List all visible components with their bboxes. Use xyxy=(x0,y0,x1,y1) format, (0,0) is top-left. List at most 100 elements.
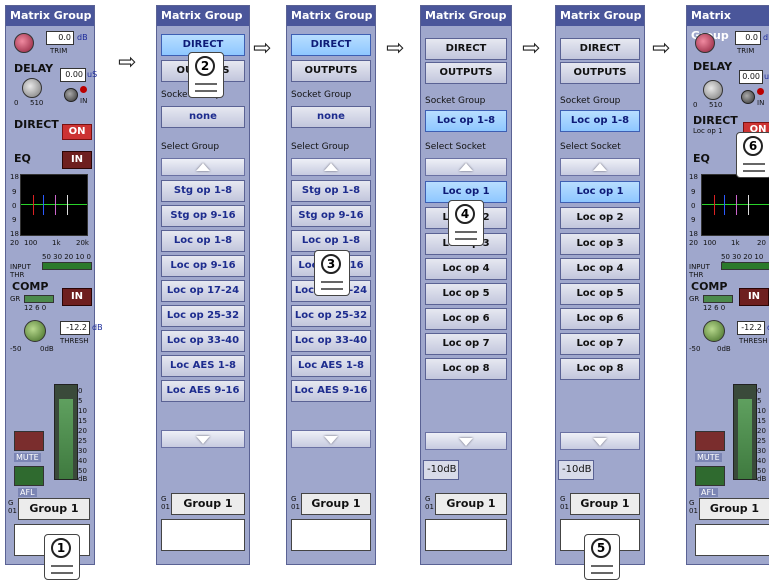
name-box[interactable] xyxy=(425,519,507,551)
select-item[interactable]: Loc AES 1-8 xyxy=(291,355,371,377)
eq-graph[interactable] xyxy=(701,174,769,236)
select-item[interactable]: Stg op 1-8 xyxy=(161,180,245,202)
mute-button[interactable] xyxy=(695,431,725,451)
direct-on-button[interactable]: ON xyxy=(62,124,92,140)
trim-knob[interactable] xyxy=(695,33,715,53)
socket-group-value[interactable]: Loc op 1-8 xyxy=(560,110,640,132)
scroll-up-button[interactable] xyxy=(161,158,245,176)
callout-5: 5 xyxy=(584,534,620,580)
comp-label: COMP xyxy=(691,280,728,293)
select-item[interactable]: Loc op 3 xyxy=(560,233,640,255)
select-item[interactable]: Loc op 7 xyxy=(560,333,640,355)
strip-title: Matrix Group xyxy=(287,6,375,26)
eq-graph[interactable] xyxy=(20,174,88,236)
select-item[interactable]: Loc AES 9-16 xyxy=(161,380,245,402)
scroll-down-button[interactable] xyxy=(291,430,371,448)
scroll-up-icon xyxy=(196,163,210,171)
eq-scale-2: 9 xyxy=(691,188,696,196)
group-num: 01 xyxy=(425,503,434,511)
comp-in-button[interactable]: IN xyxy=(739,288,769,306)
scroll-up-button[interactable] xyxy=(425,158,507,176)
select-item[interactable]: Loc op 33-40 xyxy=(291,330,371,352)
trim-unit: dB xyxy=(77,33,88,42)
select-item[interactable]: Loc op 6 xyxy=(560,308,640,330)
trim-value[interactable]: 0.0 xyxy=(735,31,761,45)
output-level[interactable]: -10dB xyxy=(423,460,459,480)
select-item[interactable]: Loc op 5 xyxy=(560,283,640,305)
thresh-value[interactable]: -12.2 xyxy=(737,321,765,335)
name-box[interactable] xyxy=(291,519,371,551)
select-item[interactable]: Loc AES 9-16 xyxy=(291,380,371,402)
delay-in-knob[interactable] xyxy=(64,88,78,102)
outputs-button[interactable]: OUTPUTS xyxy=(425,62,507,84)
eq-freq-2: 100 xyxy=(703,239,717,247)
select-item[interactable]: Stg op 1-8 xyxy=(291,180,371,202)
name-box[interactable] xyxy=(161,519,245,551)
meter-scale-8: 40 xyxy=(78,457,87,465)
select-item[interactable]: Loc op 1-8 xyxy=(291,230,371,252)
thresh-value[interactable]: -12.2 xyxy=(60,321,90,335)
thresh-knob[interactable] xyxy=(703,320,725,342)
select-item[interactable]: Stg op 9-16 xyxy=(291,205,371,227)
comp-in-button[interactable]: IN xyxy=(62,288,92,306)
eq-in-button[interactable]: IN xyxy=(62,151,92,169)
select-item[interactable]: Loc op 5 xyxy=(425,283,507,305)
select-item[interactable]: Loc op 4 xyxy=(560,258,640,280)
mute-button[interactable] xyxy=(14,431,44,451)
output-level[interactable]: -10dB xyxy=(558,460,594,480)
eq-freq-4: 20k xyxy=(76,239,89,247)
socket-group-value[interactable]: none xyxy=(161,106,245,128)
group-sub: G xyxy=(8,499,14,507)
select-item[interactable]: Loc op 25-32 xyxy=(291,305,371,327)
select-item[interactable]: Loc op 17-24 xyxy=(161,280,245,302)
thresh-label: THRESH xyxy=(739,337,768,345)
scroll-up-button[interactable] xyxy=(291,158,371,176)
select-item[interactable]: Loc op 8 xyxy=(425,358,507,380)
select-item[interactable]: Loc op 2 xyxy=(560,207,640,229)
direct-button[interactable]: DIRECT xyxy=(560,38,640,60)
select-item[interactable]: Loc op 33-40 xyxy=(161,330,245,352)
scroll-down-button[interactable] xyxy=(161,430,245,448)
group-sub: G xyxy=(161,495,167,503)
eq-scale-3: 0 xyxy=(691,202,696,210)
select-item[interactable]: Loc op 7 xyxy=(425,333,507,355)
delay-value[interactable]: 0.00 xyxy=(739,70,763,84)
select-item[interactable]: Loc op 8 xyxy=(560,358,640,380)
gr-scale: 12 6 0 xyxy=(703,304,726,312)
trim-value[interactable]: 0.0 xyxy=(46,31,74,45)
select-item[interactable]: Loc op 1-8 xyxy=(161,230,245,252)
group-name[interactable]: Group 1 xyxy=(18,498,90,520)
afl-button[interactable] xyxy=(695,466,725,486)
meter-scale-7: 30 xyxy=(757,447,766,455)
direct-button[interactable]: DIRECT xyxy=(291,34,371,56)
direct-button[interactable]: DIRECT xyxy=(425,38,507,60)
select-item[interactable]: Loc op 9-16 xyxy=(161,255,245,277)
socket-group-value[interactable]: none xyxy=(291,106,371,128)
delay-knob[interactable] xyxy=(22,78,42,98)
direct-label: DIRECT xyxy=(693,114,738,127)
group-name[interactable]: Group 1 xyxy=(435,493,507,515)
group-name[interactable]: Group 1 xyxy=(301,493,371,515)
group-name[interactable]: Group 1 xyxy=(699,498,769,520)
scroll-down-button[interactable] xyxy=(560,432,640,450)
afl-button[interactable] xyxy=(14,466,44,486)
socket-group-value[interactable]: Loc op 1-8 xyxy=(425,110,507,132)
name-box[interactable] xyxy=(695,524,769,556)
scroll-down-button[interactable] xyxy=(425,432,507,450)
thresh-knob[interactable] xyxy=(24,320,46,342)
select-item[interactable]: Loc op 6 xyxy=(425,308,507,330)
delay-in-knob[interactable] xyxy=(741,90,755,104)
group-name[interactable]: Group 1 xyxy=(570,493,640,515)
delay-knob[interactable] xyxy=(703,80,723,100)
trim-knob[interactable] xyxy=(14,33,34,53)
select-item[interactable]: Loc op 4 xyxy=(425,258,507,280)
outputs-button[interactable]: OUTPUTS xyxy=(291,60,371,82)
outputs-button[interactable]: OUTPUTS xyxy=(560,62,640,84)
delay-value[interactable]: 0.00 xyxy=(60,68,86,82)
scroll-up-button[interactable] xyxy=(560,158,640,176)
select-item[interactable]: Loc AES 1-8 xyxy=(161,355,245,377)
select-item[interactable]: Loc op 25-32 xyxy=(161,305,245,327)
select-item[interactable]: Loc op 1 xyxy=(560,181,640,203)
select-item[interactable]: Stg op 9-16 xyxy=(161,205,245,227)
group-name[interactable]: Group 1 xyxy=(171,493,245,515)
